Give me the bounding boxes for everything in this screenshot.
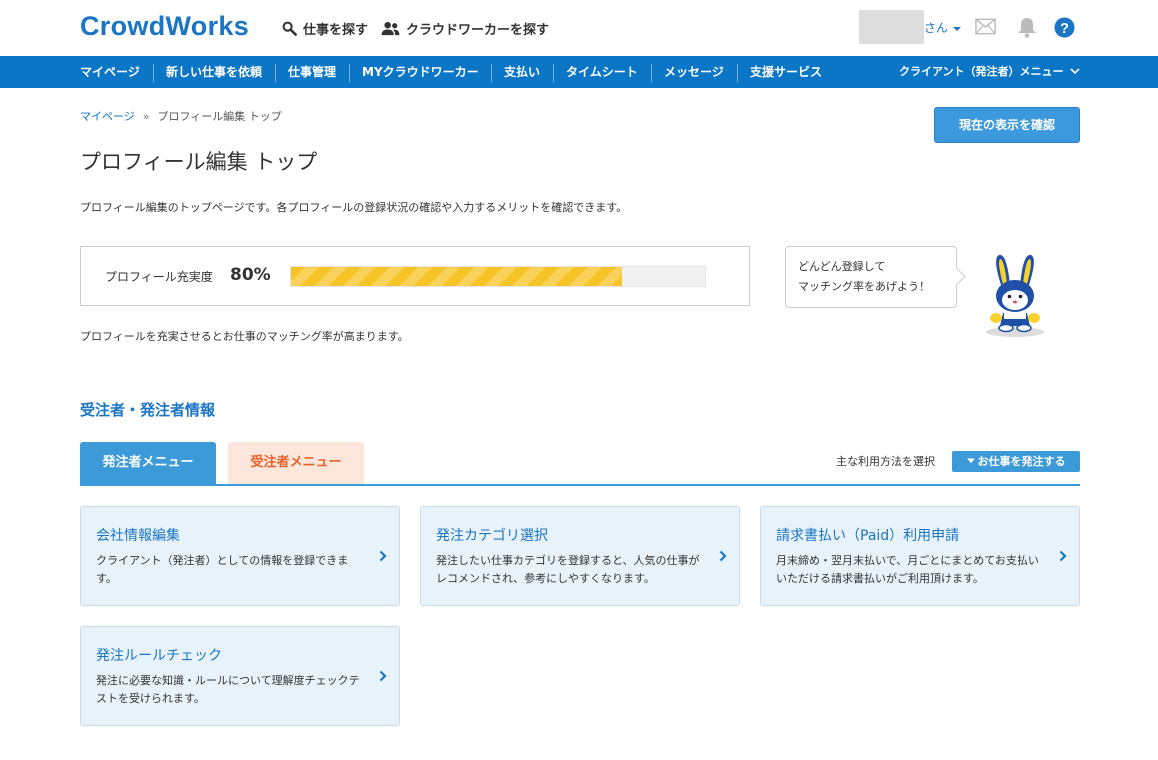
profile-completeness-percent: 80% (230, 265, 271, 285)
usage-select-label: お仕事を発注する (977, 455, 1066, 468)
find-jobs-label: 仕事を探す (303, 23, 369, 38)
card-title: 発注ルールチェック (96, 648, 222, 664)
nav-divider (491, 64, 492, 82)
nav-divider (651, 64, 652, 82)
section-title: 受注者・発注者情報 (80, 401, 216, 419)
nav-support[interactable]: 支援サービス (750, 56, 822, 88)
view-current-display-button[interactable]: 現在の表示を確認 (934, 107, 1080, 143)
nav-mypage[interactable]: マイページ (80, 56, 140, 88)
tab-worker-menu[interactable]: 受注者メニュー (228, 442, 364, 484)
speech-bubble: どんどん登録して マッチング率をあげよう！ (785, 246, 957, 308)
caret-down-icon (966, 458, 975, 463)
find-jobs-link[interactable]: 仕事を探す (282, 19, 368, 38)
card-description: クライアント（発注者）としての情報を登録できます。 (96, 554, 349, 585)
bubble-line-1: どんどん登録して (798, 260, 886, 273)
breadcrumb-separator: » (142, 110, 150, 123)
nav-divider (153, 64, 154, 82)
profile-completeness-box: プロフィール充実度 80% (80, 246, 750, 306)
main-nav: マイページ 新しい仕事を依頼 仕事管理 MYクラウドワーカー 支払い タイムシー… (0, 56, 1158, 88)
card-order-category[interactable]: 発注カテゴリ選択 発注したい仕事カテゴリを登録すると、人気の仕事がレコメンドされ… (420, 506, 740, 606)
user-suffix: さん (924, 21, 949, 35)
profile-completeness-label: プロフィール充実度 (105, 270, 213, 284)
nav-my-workers[interactable]: MYクラウドワーカー (362, 56, 479, 88)
nav-job-management[interactable]: 仕事管理 (288, 56, 336, 88)
chevron-right-icon (719, 550, 727, 562)
page-title: プロフィール編集 トップ (80, 150, 318, 174)
chevron-right-icon (1059, 550, 1067, 562)
chevron-right-icon (379, 670, 387, 682)
usage-label: 主な利用方法を選択 (836, 455, 935, 468)
card-invoice-payment[interactable]: 請求書払い（Paid）利用申請 月末締め・翌月末払いで、月ごとにまとめてお支払い… (760, 506, 1080, 606)
find-workers-link[interactable]: クラウドワーカーを探す (381, 19, 549, 38)
nav-divider (553, 64, 554, 82)
nav-divider (275, 64, 276, 82)
bubble-line-2: マッチング率をあげよう！ (798, 280, 930, 293)
search-icon (282, 21, 297, 36)
card-order-rule-check[interactable]: 発注ルールチェック 発注に必要な知識・ルールについて理解度チェックテストを受けら… (80, 626, 400, 726)
breadcrumb: マイページ » プロフィール編集 トップ (80, 108, 282, 124)
nav-divider (349, 64, 350, 82)
card-description: 発注したい仕事カテゴリを登録すると、人気の仕事がレコメンドされ、参考にしやすくな… (436, 554, 700, 585)
find-workers-label: クラウドワーカーを探す (406, 23, 550, 38)
chevron-right-icon (379, 550, 387, 562)
mail-icon[interactable] (975, 18, 996, 35)
chevron-down-icon (1070, 68, 1080, 75)
crowdworks-logo[interactable]: CrowdWorks (80, 11, 249, 42)
card-company-info[interactable]: 会社情報編集 クライアント（発注者）としての情報を登録できます。 (80, 506, 400, 606)
card-title: 請求書払い（Paid）利用申請 (776, 528, 960, 544)
page-description: プロフィール編集のトップページです。各プロフィールの登録状況の確認や入力するメリ… (80, 201, 628, 214)
mascot-rabbit-image (986, 254, 1044, 337)
header: CrowdWorks 仕事を探す クラウドワーカーを探す さん ? (0, 0, 1158, 56)
usage-select-button[interactable]: お仕事を発注する (952, 451, 1080, 472)
svg-text:?: ? (1060, 21, 1069, 37)
card-description: 発注に必要な知識・ルールについて理解度チェックテストを受けられます。 (96, 674, 360, 705)
tab-underline (80, 484, 1080, 486)
help-icon[interactable]: ? (1054, 17, 1075, 38)
card-title: 発注カテゴリ選択 (436, 528, 548, 544)
progress-fill (291, 267, 623, 286)
progress-track (290, 266, 706, 287)
user-menu[interactable]: さん (924, 19, 961, 36)
breadcrumb-current: プロフィール編集 トップ (157, 110, 282, 123)
client-menu-label: クライアント（発注者）メニュー (899, 65, 1064, 78)
nav-timesheet[interactable]: タイムシート (566, 56, 638, 88)
client-menu-toggle[interactable]: クライアント（発注者）メニュー (899, 56, 1080, 88)
users-icon (381, 21, 400, 36)
user-avatar[interactable] (859, 10, 924, 44)
bell-icon[interactable] (1017, 16, 1037, 38)
card-title: 会社情報編集 (96, 528, 180, 544)
tab-client-menu[interactable]: 発注者メニュー (80, 442, 216, 484)
nav-divider (737, 64, 738, 82)
card-description: 月末締め・翌月末払いで、月ごとにまとめてお支払いいただける請求書払いがご利用頂け… (776, 554, 1039, 585)
nav-messages[interactable]: メッセージ (664, 56, 724, 88)
chevron-down-icon (952, 27, 961, 31)
nav-payment[interactable]: 支払い (504, 56, 540, 88)
breadcrumb-home-link[interactable]: マイページ (80, 110, 135, 123)
nav-new-job[interactable]: 新しい仕事を依頼 (166, 56, 262, 88)
progress-note: プロフィールを充実させるとお仕事のマッチング率が高まります。 (80, 330, 409, 343)
